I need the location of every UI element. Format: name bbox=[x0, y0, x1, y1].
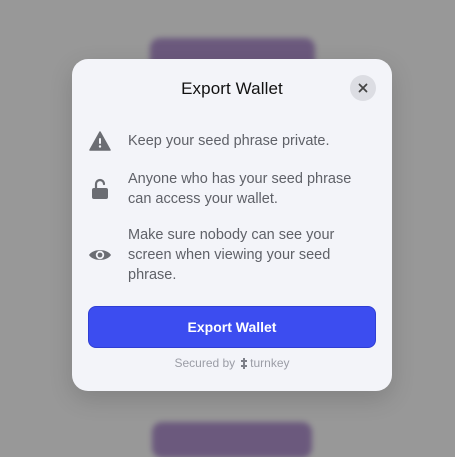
modal-title: Export Wallet bbox=[181, 79, 283, 98]
brand-name: turnkey bbox=[250, 356, 290, 370]
eye-icon bbox=[88, 243, 112, 267]
turnkey-logo-icon bbox=[241, 357, 248, 369]
warning-list: Keep your seed phrase private. Anyone wh… bbox=[88, 129, 376, 301]
warning-text: Keep your seed phrase private. bbox=[128, 133, 330, 149]
close-button[interactable] bbox=[350, 75, 376, 101]
warning-item: Make sure nobody can see your screen whe… bbox=[88, 225, 376, 285]
warning-text: Make sure nobody can see your screen whe… bbox=[128, 227, 335, 283]
close-icon bbox=[358, 83, 368, 93]
export-wallet-modal: Export Wallet Keep your seed phrase priv… bbox=[72, 59, 392, 391]
export-wallet-button[interactable]: Export Wallet bbox=[88, 306, 376, 348]
warning-item: Anyone who has your seed phrase can acce… bbox=[88, 169, 376, 209]
warning-item: Keep your seed phrase private. bbox=[88, 129, 376, 153]
secured-by-label: Secured by bbox=[174, 356, 236, 370]
warning-triangle-icon bbox=[88, 129, 112, 153]
footer: Secured by turnkey bbox=[72, 356, 392, 370]
warning-text: Anyone who has your seed phrase can acce… bbox=[128, 171, 352, 207]
unlocked-padlock-icon bbox=[88, 177, 112, 201]
turnkey-logo[interactable]: turnkey bbox=[241, 356, 290, 370]
